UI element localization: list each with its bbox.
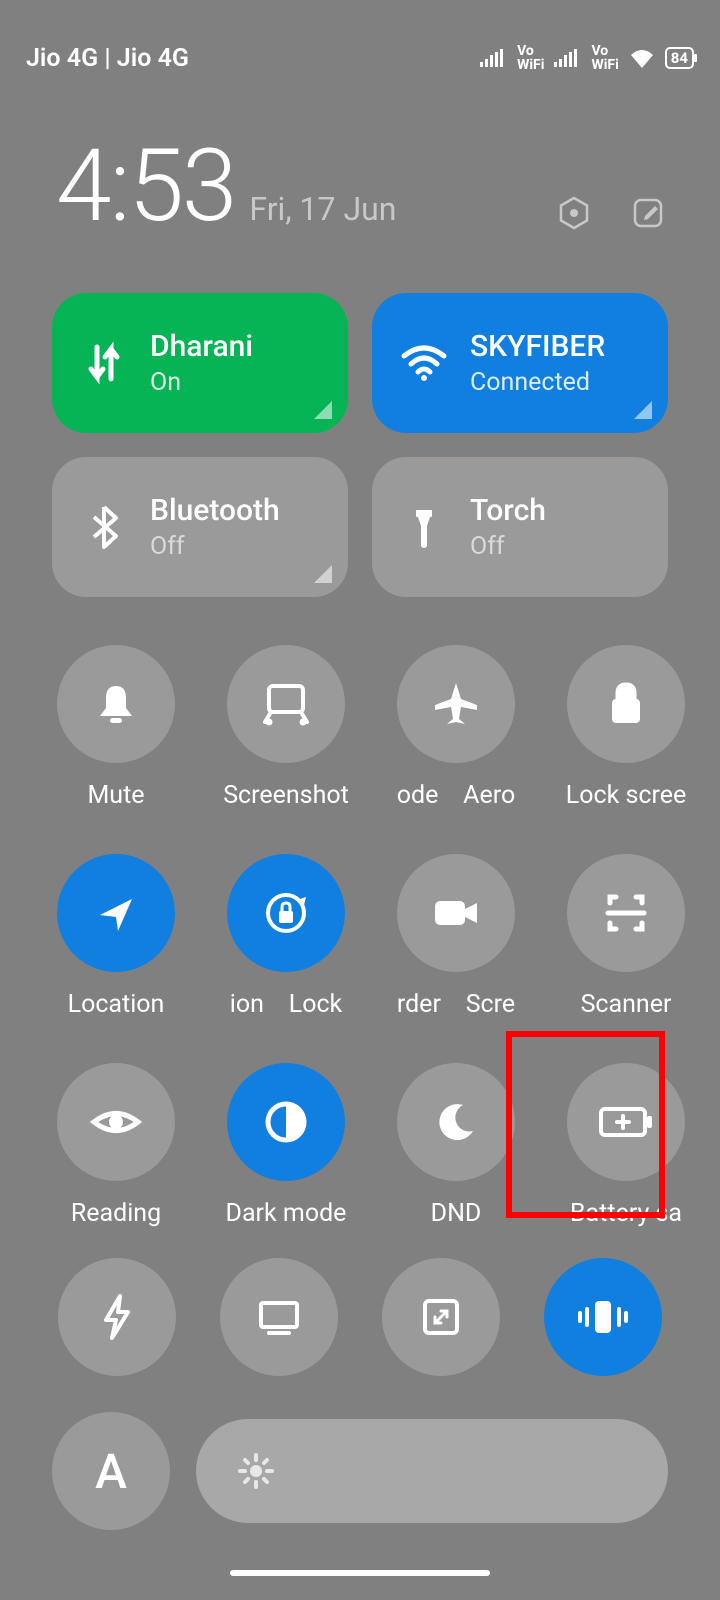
- brightness-slider[interactable]: [196, 1419, 668, 1523]
- torch-tile[interactable]: Torch Off: [372, 457, 668, 597]
- rotation-lock-toggle[interactable]: ion Lock: [206, 854, 366, 1019]
- signal-1-icon: [480, 49, 504, 67]
- vibrate-icon: [575, 1297, 631, 1337]
- mobile-data-title: Dharani: [150, 329, 253, 364]
- mobile-data-icon: [80, 339, 128, 387]
- sun-icon: [236, 1451, 276, 1491]
- screenshot-toggle[interactable]: Screenshot: [206, 645, 366, 810]
- wifi-tile[interactable]: SKYFIBER Connected: [372, 293, 668, 433]
- reading-mode-toggle[interactable]: Reading: [36, 1063, 196, 1228]
- screen-record-toggle[interactable]: rder Scre: [376, 854, 536, 1019]
- edit-button[interactable]: [628, 193, 668, 233]
- home-indicator[interactable]: [230, 1570, 490, 1576]
- time-text: 4:53: [56, 128, 235, 245]
- wifi-icon: [400, 344, 448, 382]
- torch-icon: [400, 504, 448, 550]
- date-text: Fri, 17 Jun: [249, 190, 396, 228]
- dark-mode-icon: [227, 1063, 345, 1181]
- expand-corner-icon: [314, 565, 332, 583]
- monitor-icon: [255, 1297, 303, 1337]
- location-icon: [57, 854, 175, 972]
- large-tiles: Dharani On SKYFIBER Connected Bluetooth …: [0, 245, 720, 597]
- bluetooth-title: Bluetooth: [150, 493, 280, 528]
- mobile-data-tile[interactable]: Dharani On: [52, 293, 348, 433]
- scanner-icon: [567, 854, 685, 972]
- status-bar: Jio 4G | Jio 4G VoWiFi VoWiFi 84: [0, 0, 720, 88]
- status-carrier: Jio 4G | Jio 4G: [26, 44, 189, 73]
- window-toggle[interactable]: [382, 1258, 500, 1376]
- wifi-title: SKYFIBER: [470, 329, 605, 364]
- highlight-box: [506, 1031, 665, 1218]
- auto-brightness-toggle[interactable]: A: [52, 1412, 170, 1530]
- signal-2-icon: [554, 49, 578, 67]
- settings-button[interactable]: [554, 193, 594, 233]
- scanner-toggle[interactable]: Scanner: [546, 854, 706, 1019]
- mute-icon: [57, 645, 175, 763]
- bluetooth-icon: [80, 503, 128, 551]
- clock: 4:53 Fri, 17 Jun: [56, 128, 396, 245]
- bluetooth-tile[interactable]: Bluetooth Off: [52, 457, 348, 597]
- airplane-toggle[interactable]: ode Aero: [376, 645, 536, 810]
- torch-sub: Off: [470, 532, 546, 561]
- airplane-icon: [397, 645, 515, 763]
- wifi-sub: Connected: [470, 368, 605, 397]
- lock-icon: [567, 645, 685, 763]
- battery-status: 84: [665, 47, 694, 69]
- wifi-status-icon: [629, 48, 655, 68]
- bolt-icon: [100, 1292, 134, 1342]
- mobile-data-sub: On: [150, 368, 253, 397]
- panel-header: 4:53 Fri, 17 Jun: [0, 88, 720, 245]
- rotation-lock-icon: [227, 854, 345, 972]
- float-window-icon: [419, 1295, 463, 1339]
- bluetooth-sub: Off: [150, 532, 280, 561]
- status-icons: VoWiFi VoWiFi 84: [480, 44, 694, 72]
- moon-icon: [397, 1063, 515, 1181]
- cast-toggle[interactable]: [220, 1258, 338, 1376]
- expand-corner-icon: [314, 401, 332, 419]
- vo-wifi-2-icon: VoWiFi: [591, 44, 618, 72]
- auto-brightness-label: A: [95, 1443, 127, 1500]
- lock-screen-toggle[interactable]: Lock scree: [546, 645, 706, 810]
- mute-toggle[interactable]: Mute: [36, 645, 196, 810]
- screenshot-icon: [227, 645, 345, 763]
- vibrate-toggle[interactable]: [544, 1258, 662, 1376]
- bolt-toggle[interactable]: [58, 1258, 176, 1376]
- expand-corner-icon: [634, 401, 652, 419]
- vo-wifi-1-icon: VoWiFi: [517, 44, 544, 72]
- eye-icon: [57, 1063, 175, 1181]
- toggle-row-partial: [0, 1228, 720, 1376]
- dark-mode-toggle[interactable]: Dark mode: [206, 1063, 366, 1228]
- location-toggle[interactable]: Location: [36, 854, 196, 1019]
- torch-title: Torch: [470, 493, 546, 528]
- video-icon: [397, 854, 515, 972]
- brightness-row: A: [0, 1376, 720, 1530]
